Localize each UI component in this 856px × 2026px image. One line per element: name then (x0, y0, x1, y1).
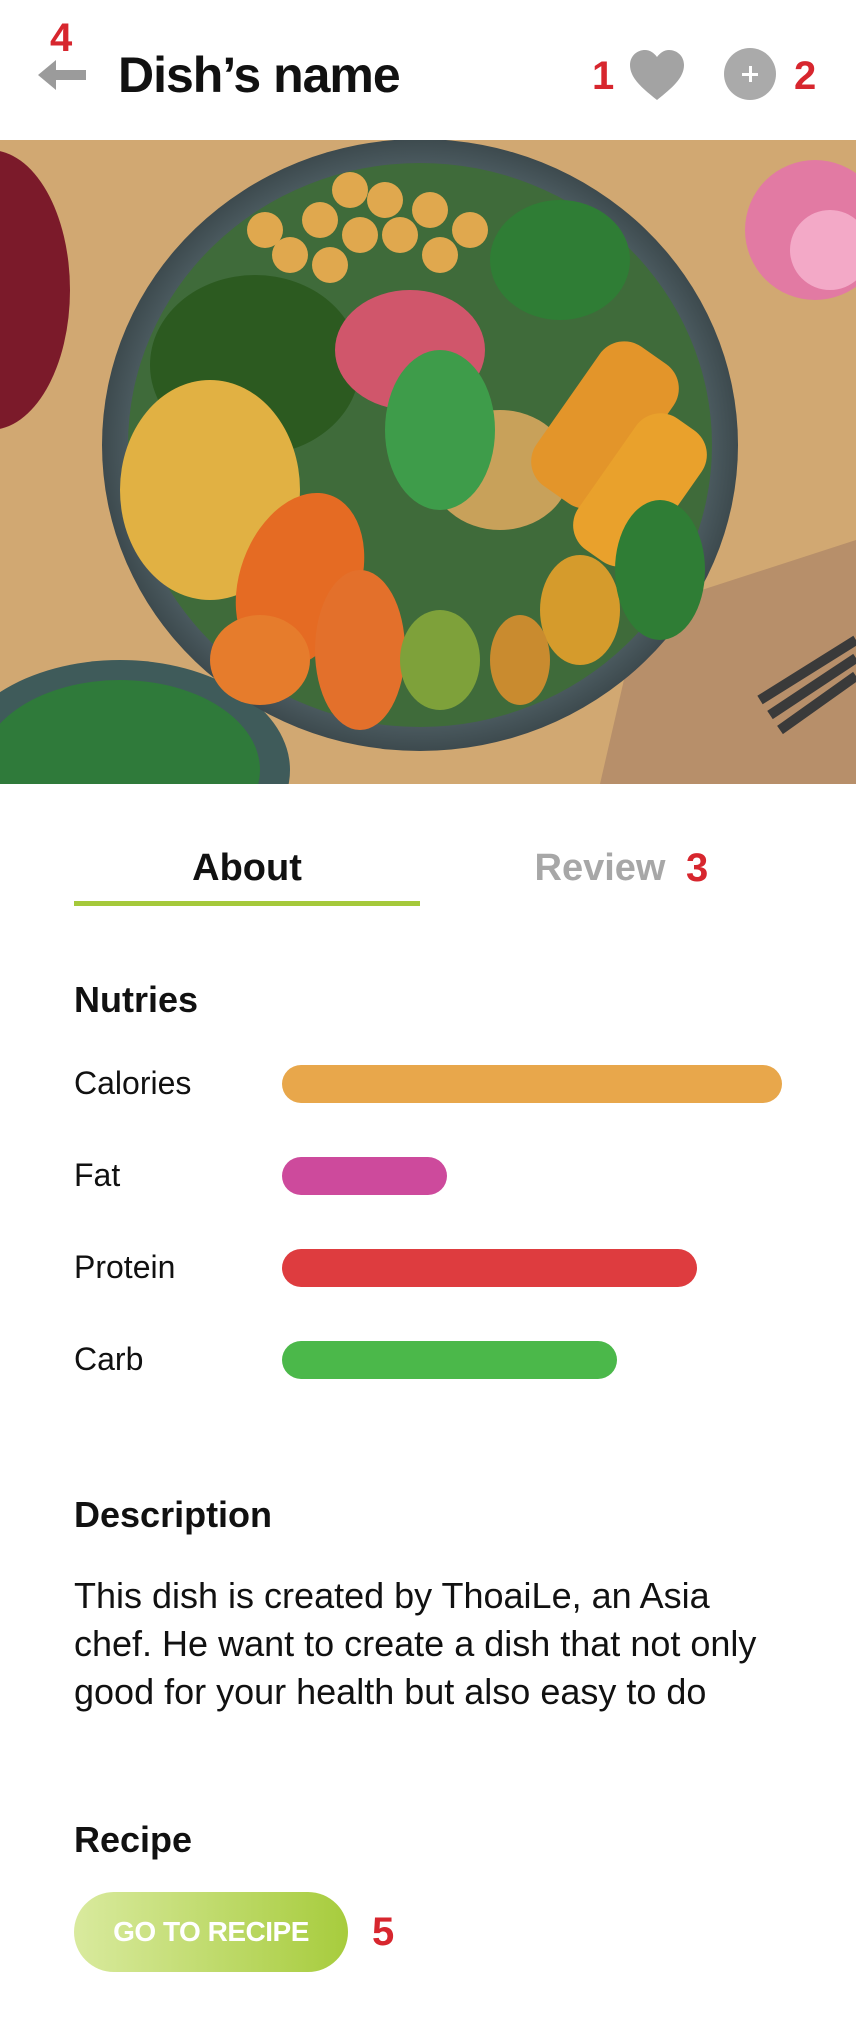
annotation-back: 4 (50, 16, 73, 60)
heart-icon[interactable] (628, 48, 686, 102)
nutrient-label-protein: Protein (74, 1249, 176, 1285)
description-title: Description (74, 1494, 273, 1535)
go-to-recipe-button[interactable]: GO TO RECIPE (74, 1892, 348, 1972)
nutrient-bar-protein (282, 1249, 697, 1287)
page-title: Dish’s name (118, 47, 401, 103)
tab-about[interactable]: About (74, 840, 420, 896)
app-header: 4 Dish’s name 1 2 (0, 0, 856, 140)
description-text: This dish is created by ThoaiLe, an Asia… (74, 1575, 757, 1712)
annotation-add: 2 (794, 54, 817, 98)
annotation-recipe: 5 (372, 1910, 395, 1954)
nutrient-label-carb: Carb (74, 1341, 144, 1377)
nutrient-label-fat: Fat (74, 1157, 121, 1193)
nutrient-bar-carb (282, 1341, 617, 1379)
annotation-like: 1 (592, 54, 615, 98)
nutrient-label-calories: Calories (74, 1065, 192, 1101)
tab-review[interactable]: Review (500, 840, 700, 896)
active-tab-indicator (74, 901, 420, 906)
nutrient-bar-calories (282, 1065, 782, 1103)
nutrition-title: Nutries (74, 979, 199, 1020)
recipe-title: Recipe (74, 1819, 193, 1860)
annotation-review: 3 (686, 846, 709, 890)
dish-photo (0, 140, 856, 784)
add-button[interactable] (724, 48, 776, 100)
nutrient-bar-fat (282, 1157, 447, 1195)
